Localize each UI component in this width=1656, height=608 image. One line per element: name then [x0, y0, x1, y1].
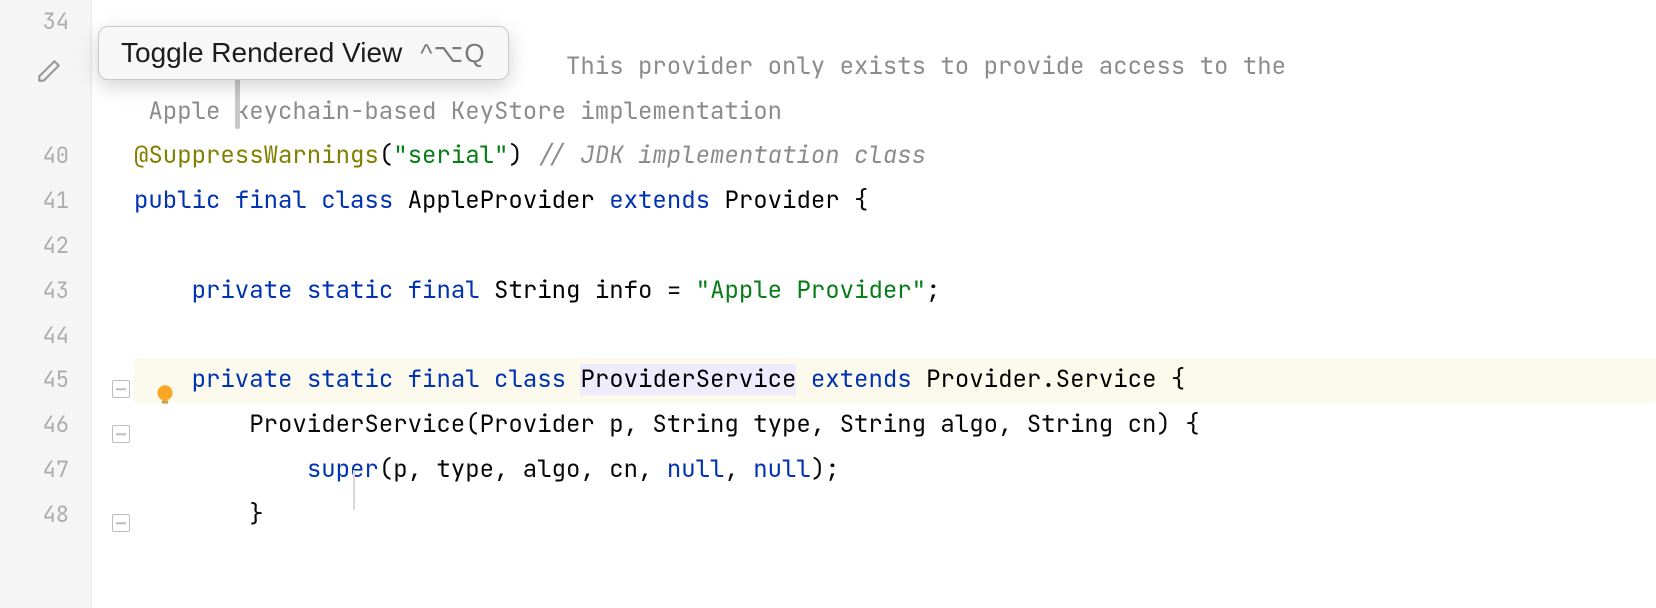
keyword: final: [408, 275, 480, 306]
brace: {: [840, 185, 869, 216]
keyword: public: [134, 185, 220, 216]
line-number[interactable]: 43: [0, 269, 69, 314]
class-name: Provider: [724, 185, 839, 216]
keyword: private: [192, 364, 293, 395]
paren: (: [379, 140, 393, 171]
code-line[interactable]: }: [134, 493, 1656, 538]
keyword-null: null: [667, 454, 725, 485]
paren: ): [508, 140, 522, 171]
code-area[interactable]: This provider only exists to provide acc…: [92, 0, 1656, 608]
keyword: super: [307, 454, 379, 485]
keyword: class: [321, 185, 393, 216]
line-number[interactable]: 47: [0, 448, 69, 493]
keyword: final: [235, 185, 307, 216]
tooltip-shortcut: ^⌥Q: [420, 38, 485, 69]
code-editor: 34 40 41 42 43 44 45 46 47 48 This provi…: [0, 0, 1656, 608]
operator: =: [652, 275, 695, 306]
annotation: @SuppressWarnings: [134, 140, 379, 171]
class-name: AppleProvider: [408, 185, 595, 216]
string-literal: "Apple Provider": [696, 275, 926, 306]
code-line[interactable]: [134, 224, 1656, 269]
keyword-null: null: [753, 454, 811, 485]
code-line[interactable]: @SuppressWarnings("serial") // JDK imple…: [134, 134, 1656, 179]
line-number[interactable]: 48: [0, 493, 69, 538]
javadoc-text: Apple keychain-based KeyStore implementa…: [134, 96, 782, 127]
code-line[interactable]: super(p, type, algo, cn, null, null);: [134, 448, 1656, 493]
type: String: [494, 275, 580, 306]
pencil-icon[interactable]: [36, 58, 62, 92]
indent-guide: [353, 470, 355, 510]
semicolon: ;: [926, 275, 940, 306]
code-line[interactable]: ProviderService(Provider p, String type,…: [134, 403, 1656, 448]
keyword: private: [192, 275, 293, 306]
lightbulb-icon[interactable]: [152, 382, 178, 416]
constructor-signature: ProviderService(Provider p, String type,…: [249, 409, 1199, 440]
line-number[interactable]: 41: [0, 179, 69, 224]
identifier: info: [595, 275, 653, 306]
keyword: static: [307, 275, 393, 306]
line-number[interactable]: 46: [0, 403, 69, 448]
line-number[interactable]: 40: [0, 134, 69, 179]
brace: {: [1156, 364, 1185, 395]
args-end: );: [811, 454, 840, 485]
code-line[interactable]: public final class AppleProvider extends…: [134, 179, 1656, 224]
tooltip-toggle-rendered-view[interactable]: Toggle Rendered View ^⌥Q: [98, 26, 509, 80]
keyword: final: [408, 364, 480, 395]
tooltip-label: Toggle Rendered View: [121, 37, 402, 69]
class-name-highlighted: ProviderService: [580, 364, 796, 395]
code-line[interactable]: [134, 314, 1656, 359]
line-number[interactable]: 44: [0, 314, 69, 359]
line-comment: // JDK implementation class: [523, 140, 926, 171]
brace-close: }: [249, 499, 263, 530]
line-number[interactable]: 42: [0, 224, 69, 269]
code-line-highlighted[interactable]: private static final class ProviderServi…: [134, 358, 1656, 403]
class-name: Provider.Service: [926, 364, 1156, 395]
line-number[interactable]: 45: [0, 358, 69, 403]
code-line[interactable]: private static final String info = "Appl…: [134, 269, 1656, 314]
string-literal: "serial": [393, 140, 508, 171]
line-number[interactable]: 34: [0, 0, 69, 45]
keyword: static: [307, 364, 393, 395]
keyword: class: [494, 364, 566, 395]
comma: ,: [724, 454, 753, 485]
code-line[interactable]: Apple keychain-based KeyStore implementa…: [134, 90, 1656, 135]
args: (p, type, algo, cn,: [379, 454, 667, 485]
line-number[interactable]: [0, 90, 69, 135]
keyword: extends: [609, 185, 710, 216]
keyword: extends: [811, 364, 912, 395]
